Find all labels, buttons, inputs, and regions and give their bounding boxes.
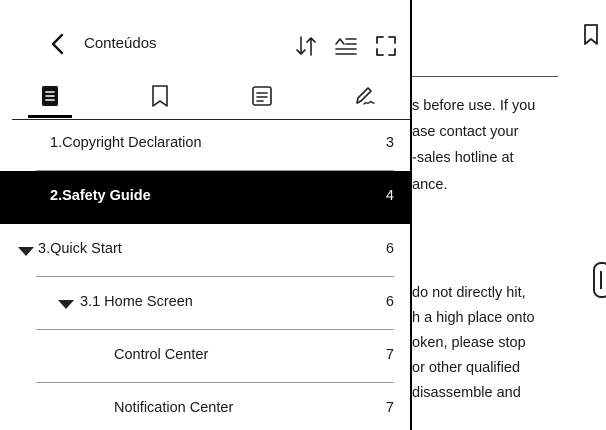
notes-tab-icon [252,86,272,106]
annotations-tab-icon [356,87,375,105]
table-of-contents-panel: Conteúdos 1.Copyright Declaration 3 2.Sa… [0,0,412,430]
toc-header: Conteúdos [0,0,410,70]
page-title: Conteúdos [84,35,157,52]
toc-item-label: Notification Center [114,400,234,416]
toc-item-control-center[interactable]: Control Center 7 [0,330,410,383]
toc-item-page: 6 [385,294,394,310]
reader-text-line: s before use. If you [412,98,536,114]
toc-item-safety-guide[interactable]: 2.Safety Guide 4 [0,171,410,224]
contents-tab-icon [42,86,58,106]
toc-item-copyright-declaration[interactable]: 1.Copyright Declaration 3 [0,118,410,171]
toc-item-quick-start[interactable]: 3.Quick Start 6 [0,224,410,277]
bookmark-icon[interactable] [583,24,599,46]
toc-item-home-screen[interactable]: 3.1 Home Screen 6 [0,277,410,330]
toc-tabs [0,76,410,120]
reader-text-line: or other qualified [412,360,521,376]
reader-text-line: disassemble and [412,385,521,401]
toc-item-page: 6 [385,241,394,257]
tab-notes[interactable] [240,76,284,120]
expand-icon[interactable] [374,34,398,58]
toc-item-page: 3 [385,135,394,151]
reader-text-line: h a high place onto [412,310,535,326]
side-drawer-handle-icon[interactable] [593,262,606,298]
toc-item-page: 7 [385,347,394,363]
toc-item-label: 3.1 Home Screen [80,294,193,310]
reader-header-rule [412,76,558,77]
reader-text-line: do not directly hit, [412,285,526,301]
caret-down-icon[interactable] [18,247,34,256]
toc-item-label: Control Center [114,347,209,363]
caret-down-icon[interactable] [58,300,74,309]
sort-icon[interactable] [294,34,318,58]
toc-item-notification-center[interactable]: Notification Center 7 [0,383,410,430]
bookmarks-tab-icon [152,85,168,107]
back-chevron-icon[interactable] [48,32,68,56]
tab-bookmarks[interactable] [138,76,182,120]
toc-item-label: 2.Safety Guide [50,188,151,204]
toc-item-label: 3.Quick Start [38,241,122,257]
reader-text-line: oken, please stop [412,335,526,351]
reader-text-line: ase contact your [412,124,519,140]
tab-contents[interactable] [28,76,72,120]
tab-annotations[interactable] [342,76,386,120]
toc-item-page: 4 [385,188,394,204]
text-settings-icon[interactable] [334,34,358,58]
toc-item-label: 1.Copyright Declaration [50,135,202,151]
reader-text-line: -sales hotline at [412,150,514,166]
toc-item-page: 7 [385,400,394,416]
reader-text-line: ance. [412,177,448,193]
